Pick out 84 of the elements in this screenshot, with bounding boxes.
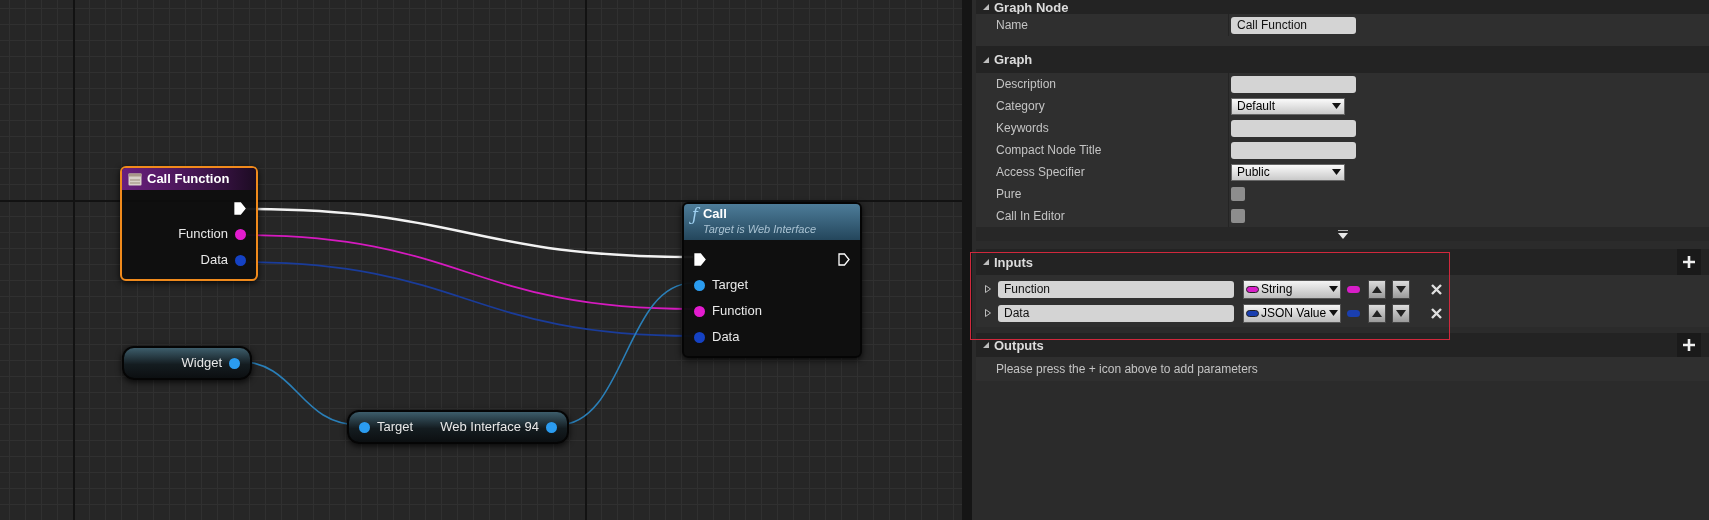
hint-text: Please press the + icon above to add parameters	[996, 361, 1258, 378]
node-subtitle: Target is Web Interface	[702, 222, 817, 236]
remove-button[interactable]	[1429, 282, 1443, 296]
section-title: Inputs	[994, 255, 1033, 269]
node-title: Call Function	[147, 170, 230, 189]
move-down-button[interactable]	[1392, 303, 1410, 323]
plus-icon	[1683, 256, 1695, 268]
move-down-button[interactable]	[1392, 279, 1410, 299]
add-button[interactable]	[1677, 333, 1701, 357]
down-triangle-icon	[1396, 309, 1406, 317]
section-header[interactable]: Inputs	[976, 249, 1709, 275]
data-pin[interactable]	[546, 421, 557, 433]
data-pin[interactable]	[229, 357, 240, 369]
section-header[interactable]: Outputs	[976, 333, 1709, 357]
remove-button[interactable]	[1429, 306, 1443, 320]
pin-label: Target	[377, 418, 414, 437]
data-pin[interactable]	[694, 279, 705, 291]
exec-pin[interactable]	[838, 252, 850, 266]
caret-icon	[1329, 286, 1338, 292]
section-toggle-icon[interactable]	[982, 55, 990, 64]
text-field[interactable]	[1231, 119, 1356, 137]
plus-icon	[1683, 339, 1695, 351]
graph-canvas[interactable]: Call Function Function Data ƒ Call Target is Web Interface Target Function Data Widget Target Web Interface 94	[0, 0, 962, 520]
text-field[interactable]	[1231, 75, 1356, 93]
pin-label: Data	[200, 251, 228, 270]
property-label: Pure	[996, 186, 1022, 203]
show-advanced-icon[interactable]	[1337, 229, 1348, 239]
exec-pin[interactable]	[234, 201, 246, 215]
caret-icon	[1329, 310, 1338, 316]
dropdown[interactable]: Default	[1231, 97, 1345, 115]
pin-label: Web Interface 94	[440, 418, 539, 437]
pin-label: Data	[712, 328, 740, 347]
checkbox[interactable]	[1231, 209, 1245, 223]
section-title: Outputs	[994, 338, 1044, 352]
close-icon	[1430, 307, 1442, 319]
move-up-button[interactable]	[1368, 303, 1386, 323]
graph-node[interactable]: ƒ Call Target is Web Interface Target Function Data	[682, 202, 862, 358]
up-triangle-icon	[1372, 285, 1382, 293]
data-pin[interactable]	[235, 228, 246, 240]
section-title: Graph Node	[994, 0, 1069, 14]
property-label: Category	[996, 98, 1045, 115]
window-icon	[128, 172, 142, 186]
close-icon	[1430, 283, 1442, 295]
data-pin[interactable]	[359, 421, 370, 433]
expand-arrow-icon[interactable]	[984, 285, 992, 293]
caret-icon	[1332, 103, 1341, 109]
property-label: Compact Node Title	[996, 142, 1102, 159]
graph-node[interactable]: Widget	[122, 346, 252, 380]
node-title: Call	[702, 206, 728, 222]
section-header[interactable]: Graph	[976, 46, 1709, 73]
data-pin[interactable]	[694, 305, 705, 317]
graph-node[interactable]: Call Function Function Data	[120, 166, 258, 281]
up-triangle-icon	[1372, 309, 1382, 317]
down-triangle-icon	[1396, 285, 1406, 293]
text-field[interactable]	[1231, 141, 1356, 159]
text-field[interactable]: Data	[998, 304, 1234, 322]
expand-arrow-icon[interactable]	[984, 309, 992, 317]
checkbox[interactable]	[1231, 187, 1245, 201]
caret-icon	[1332, 169, 1341, 175]
type-dropdown[interactable]: JSON Value	[1243, 303, 1341, 323]
pin-label: Target	[712, 276, 749, 295]
pin-label: Function	[178, 225, 228, 244]
section-toggle-icon[interactable]	[982, 341, 990, 349]
property-label: Access Specifier	[996, 164, 1085, 181]
pin-label: Widget	[181, 354, 222, 373]
section-toggle-icon[interactable]	[982, 3, 990, 11]
graph-node[interactable]: Target Web Interface 94	[347, 410, 569, 444]
property-label: Name	[996, 17, 1028, 34]
move-up-button[interactable]	[1368, 279, 1386, 299]
pin-type-icon	[1347, 285, 1360, 293]
property-label: Description	[996, 76, 1057, 93]
section-header[interactable]: Graph Node	[976, 0, 1709, 14]
property-label: Call In Editor	[996, 208, 1065, 225]
section-toggle-icon[interactable]	[982, 258, 990, 266]
exec-pin[interactable]	[694, 252, 706, 266]
text-field[interactable]: Function	[998, 280, 1234, 298]
type-dropdown[interactable]: String	[1243, 279, 1341, 299]
text-field[interactable]: Call Function	[1231, 16, 1356, 34]
add-button[interactable]	[1677, 249, 1701, 275]
pin-type-icon	[1347, 309, 1360, 317]
pin-label: Function	[712, 302, 762, 321]
section-title: Graph	[994, 53, 1033, 66]
dropdown[interactable]: Public	[1231, 163, 1345, 181]
property-label: Keywords	[996, 120, 1049, 137]
